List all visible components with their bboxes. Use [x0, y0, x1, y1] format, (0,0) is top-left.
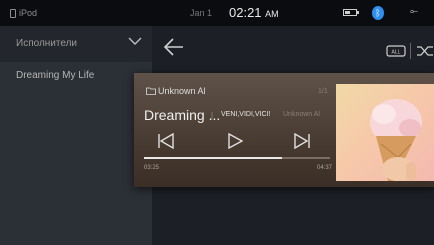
track-title: Dreaming ... [144, 107, 221, 123]
clock: 02:21 AM [229, 5, 279, 20]
battery-icon [343, 9, 359, 16]
progress-bar[interactable] [144, 157, 330, 159]
elapsed-time: 03:25 [144, 165, 160, 171]
usb-icon: ⟜ [410, 6, 418, 17]
chevron-down-icon [128, 37, 142, 45]
artist-name: VENI,VIDI,VICI! [221, 111, 271, 118]
sidebar-item-dreaming-my-life[interactable]: Dreaming My Life [0, 62, 152, 84]
track-index: 1/1 [318, 88, 328, 95]
next-track-button[interactable] [293, 133, 311, 149]
control-divider [410, 43, 411, 59]
ampm: AM [265, 9, 279, 19]
folder-icon [146, 87, 156, 95]
app-indicator: iPod [10, 8, 37, 18]
status-bar: iPod Jan 1 02:21 AM ᛒ ⟜ [0, 0, 434, 26]
sidebar: Исполнители Dreaming My Life [0, 26, 152, 245]
sidebar-item-label: Dreaming My Life [16, 70, 95, 81]
bluetooth-icon: ᛒ [372, 6, 384, 20]
app-name: iPod [19, 8, 38, 18]
album-name: Unknown Al [283, 111, 320, 118]
album-artwork [336, 84, 434, 181]
svg-text:ALL: ALL [392, 50, 401, 56]
progress-fill [144, 157, 282, 159]
album-label: Unknown Al [158, 86, 206, 96]
shuffle-icon[interactable] [416, 42, 434, 60]
play-button[interactable] [227, 133, 243, 149]
previous-track-button[interactable] [157, 133, 175, 149]
total-time: 04:37 [317, 165, 333, 171]
back-arrow-icon[interactable] [163, 37, 185, 57]
category-label: Исполнители [16, 38, 78, 49]
repeat-icon[interactable]: ALL [385, 44, 407, 58]
time: 02:21 [229, 5, 262, 20]
date: Jan 1 [190, 8, 213, 18]
title-separator: | [211, 111, 214, 120]
category-dropdown[interactable]: Исполнители [0, 26, 152, 62]
ipod-icon [10, 8, 16, 18]
ice-cream-image [370, 99, 422, 181]
